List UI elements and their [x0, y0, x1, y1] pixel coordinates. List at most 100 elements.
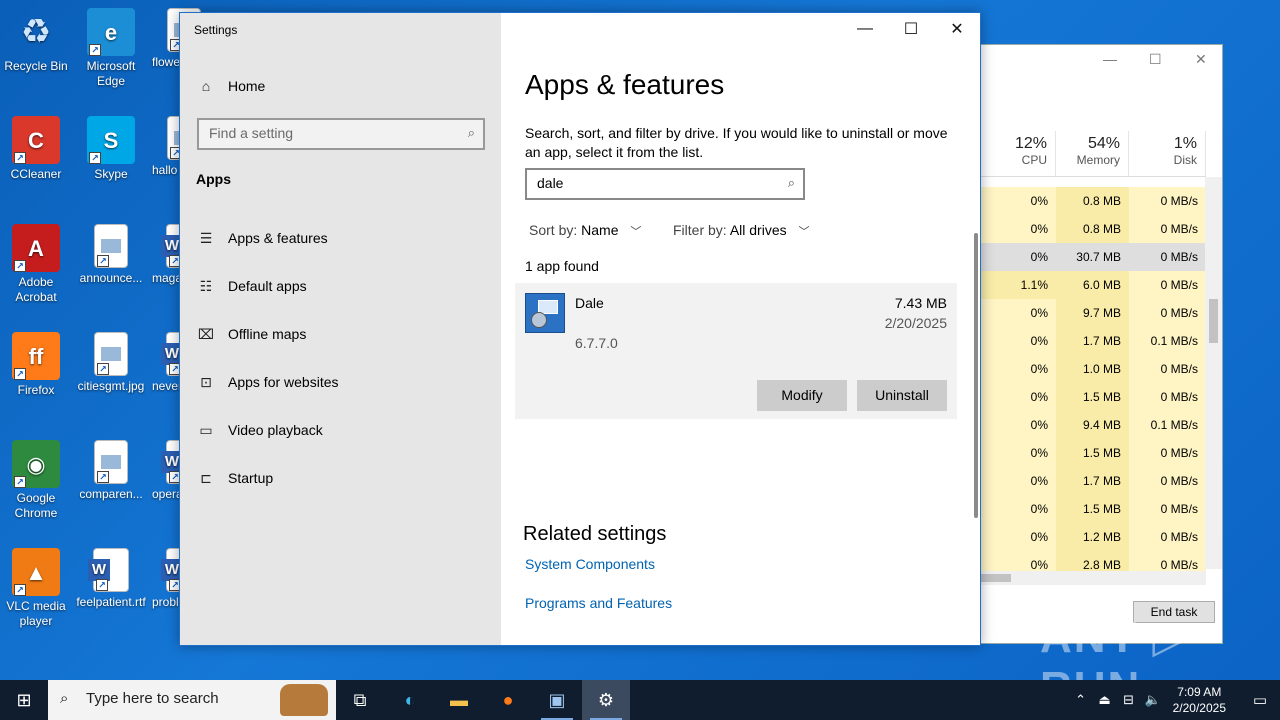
taskbar-installer[interactable]: ▣: [533, 680, 581, 720]
table-row[interactable]: 0% 9.4 MB 0.1 MB/s: [981, 411, 1206, 439]
scrollbar-thumb[interactable]: [981, 574, 1011, 582]
window-title: Settings: [194, 23, 238, 37]
taskbar-edge[interactable]: ◐: [386, 680, 434, 720]
task-view-icon: ⧉: [353, 689, 367, 710]
table-row[interactable]: 0% 30.7 MB 0 MB/s: [981, 243, 1206, 271]
system-components-link[interactable]: System Components: [525, 556, 655, 572]
desktop-icon[interactable]: ◉ ↗ Google Chrome: [0, 440, 72, 521]
taskbar-firefox[interactable]: ●: [484, 680, 532, 720]
desktop-icon[interactable]: ff ↗ Firefox: [0, 332, 72, 398]
memory-cell: 9.7 MB: [1056, 299, 1129, 327]
search-icon: ⌕: [467, 125, 475, 140]
table-row[interactable]: 0% 9.7 MB 0 MB/s: [981, 299, 1206, 327]
app-search-input[interactable]: dale ⌕: [525, 168, 805, 200]
table-row[interactable]: 0% 0.8 MB 0 MB/s: [981, 215, 1206, 243]
desktop-icon-label: Recycle Bin: [4, 59, 68, 73]
clock[interactable]: 7:09 AM 2/20/2025: [1173, 684, 1226, 716]
table-row[interactable]: 0% 1.5 MB 0 MB/s: [981, 383, 1206, 411]
app-name: Dale: [575, 295, 604, 311]
shortcut-arrow-icon: ↗: [96, 579, 108, 591]
cpu-cell: 0%: [981, 355, 1056, 383]
vertical-scrollbar[interactable]: [1205, 177, 1222, 569]
horizontal-scrollbar[interactable]: [981, 571, 1206, 585]
uninstall-button[interactable]: Uninstall: [857, 380, 947, 411]
search-highlight-icon: [280, 684, 328, 716]
disk-cell: 0 MB/s: [1129, 215, 1206, 243]
desktop-icon-image: W ↗: [88, 548, 129, 592]
scrollbar-thumb[interactable]: [1209, 299, 1218, 343]
apps-list-icon: ☰: [199, 229, 213, 246]
desktop-icon-label: Firefox: [17, 383, 55, 397]
sidebar-item-offline-maps[interactable]: ⌧ Offline maps: [196, 319, 306, 349]
video-icon: ▭: [199, 421, 213, 438]
shortcut-arrow-icon: ↗: [89, 152, 101, 164]
desktop-icon[interactable]: ↗ comparen...: [75, 440, 147, 502]
desktop-icon[interactable]: ↗ citiesgmt.jpg: [75, 332, 147, 394]
close-icon[interactable]: ✕: [1195, 51, 1207, 68]
shortcut-arrow-icon: ↗: [89, 44, 101, 56]
memory-cell: 1.2 MB: [1056, 523, 1129, 551]
sidebar-item-apps-features[interactable]: ☰ Apps & features: [196, 223, 328, 253]
desktop-icon[interactable]: W ↗ feelpatient.rtf: [75, 548, 147, 610]
chevron-up-icon[interactable]: ⌃: [1069, 692, 1093, 708]
table-row[interactable]: 0% 1.7 MB 0.1 MB/s: [981, 327, 1206, 355]
disk-cell: 0 MB/s: [1129, 383, 1206, 411]
sidebar-item-startup[interactable]: ⊏ Startup: [196, 463, 273, 493]
table-row[interactable]: 0% 1.7 MB 0 MB/s: [981, 467, 1206, 495]
network-icon[interactable]: ⊟: [1117, 692, 1141, 708]
desktop-icon[interactable]: ↗ announce...: [75, 224, 147, 286]
programs-and-features-link[interactable]: Programs and Features: [525, 595, 672, 611]
map-icon: ⌧: [197, 325, 215, 342]
memory-column-header[interactable]: 54% Memory: [1056, 131, 1129, 176]
desktop-icon[interactable]: S ↗ Skype: [75, 116, 147, 182]
desktop-icon[interactable]: C ↗ CCleaner: [0, 116, 72, 182]
volume-icon[interactable]: 🔈: [1141, 692, 1165, 708]
find-setting-input[interactable]: Find a setting ⌕: [197, 118, 485, 150]
task-manager-window[interactable]: — ☐ ✕ 12% CPU 54% Memory 1% Disk 0% 0.8 M…: [980, 44, 1223, 644]
minimize-icon[interactable]: —: [1103, 51, 1117, 67]
task-view-button[interactable]: ⧉: [336, 680, 384, 720]
sort-dropdown[interactable]: Sort by: Name ﹀: [529, 222, 641, 239]
table-row[interactable]: 1.1% 6.0 MB 0 MB/s: [981, 271, 1206, 299]
settings-sidebar: Settings ⌂ Home Find a setting ⌕ Apps ☰ A…: [180, 13, 501, 645]
usb-icon[interactable]: ⏏: [1093, 692, 1117, 708]
desktop-icon[interactable]: ♻ Recycle Bin: [0, 8, 72, 74]
table-row[interactable]: 0% 1.5 MB 0 MB/s: [981, 439, 1206, 467]
notification-icon[interactable]: ▭: [1240, 691, 1280, 709]
cpu-cell: 0%: [981, 327, 1056, 355]
sidebar-item-home[interactable]: ⌂ Home: [196, 71, 266, 101]
desktop-icon[interactable]: A ↗ Adobe Acrobat: [0, 224, 72, 305]
table-row[interactable]: 0% 1.0 MB 0 MB/s: [981, 355, 1206, 383]
cpu-column-header[interactable]: 12% CPU: [981, 131, 1056, 176]
section-heading: Apps: [196, 171, 231, 187]
taskbar-settings[interactable]: ⚙: [582, 680, 630, 720]
taskbar-search-box[interactable]: ⌕ Type here to search: [48, 680, 336, 720]
taskbar-file-explorer[interactable]: ▬: [435, 680, 483, 720]
table-row[interactable]: 0% 0.8 MB 0 MB/s: [981, 187, 1206, 215]
sidebar-item-default-apps[interactable]: ☷ Default apps: [196, 271, 307, 301]
results-count: 1 app found: [525, 258, 599, 274]
cpu-cell: 0%: [981, 215, 1056, 243]
table-row[interactable]: 0% 1.2 MB 0 MB/s: [981, 523, 1206, 551]
firefox-icon: ●: [502, 689, 514, 710]
cpu-cell: 0%: [981, 495, 1056, 523]
cpu-cell: 0%: [981, 467, 1056, 495]
desktop-icon-label: Google Chrome: [14, 491, 58, 520]
app-search-value: dale: [537, 175, 564, 191]
vertical-scrollbar[interactable]: [974, 233, 978, 518]
table-row[interactable]: 0% 1.5 MB 0 MB/s: [981, 495, 1206, 523]
disk-cell: 0 MB/s: [1129, 495, 1206, 523]
sidebar-item-apps-for-websites[interactable]: ⊡ Apps for websites: [196, 367, 338, 397]
disk-column-header[interactable]: 1% Disk: [1129, 131, 1206, 176]
maximize-icon[interactable]: ☐: [1149, 51, 1162, 68]
app-list-item[interactable]: Dale 7.43 MB 2/20/2025 6.7.7.0 Modify Un…: [515, 283, 957, 419]
desktop-icon[interactable]: e ↗ Microsoft Edge: [75, 8, 147, 89]
cpu-cell: 0%: [981, 299, 1056, 327]
start-button[interactable]: ⊞: [0, 680, 48, 720]
task-manager-titlebar[interactable]: — ☐ ✕: [981, 45, 1222, 93]
desktop-icon[interactable]: ▲ ↗ VLC media player: [0, 548, 72, 629]
modify-button[interactable]: Modify: [757, 380, 847, 411]
filter-dropdown[interactable]: Filter by: All drives ﹀: [673, 222, 810, 239]
sort-label: Sort by:: [529, 222, 578, 238]
sidebar-item-video-playback[interactable]: ▭ Video playback: [196, 415, 322, 445]
